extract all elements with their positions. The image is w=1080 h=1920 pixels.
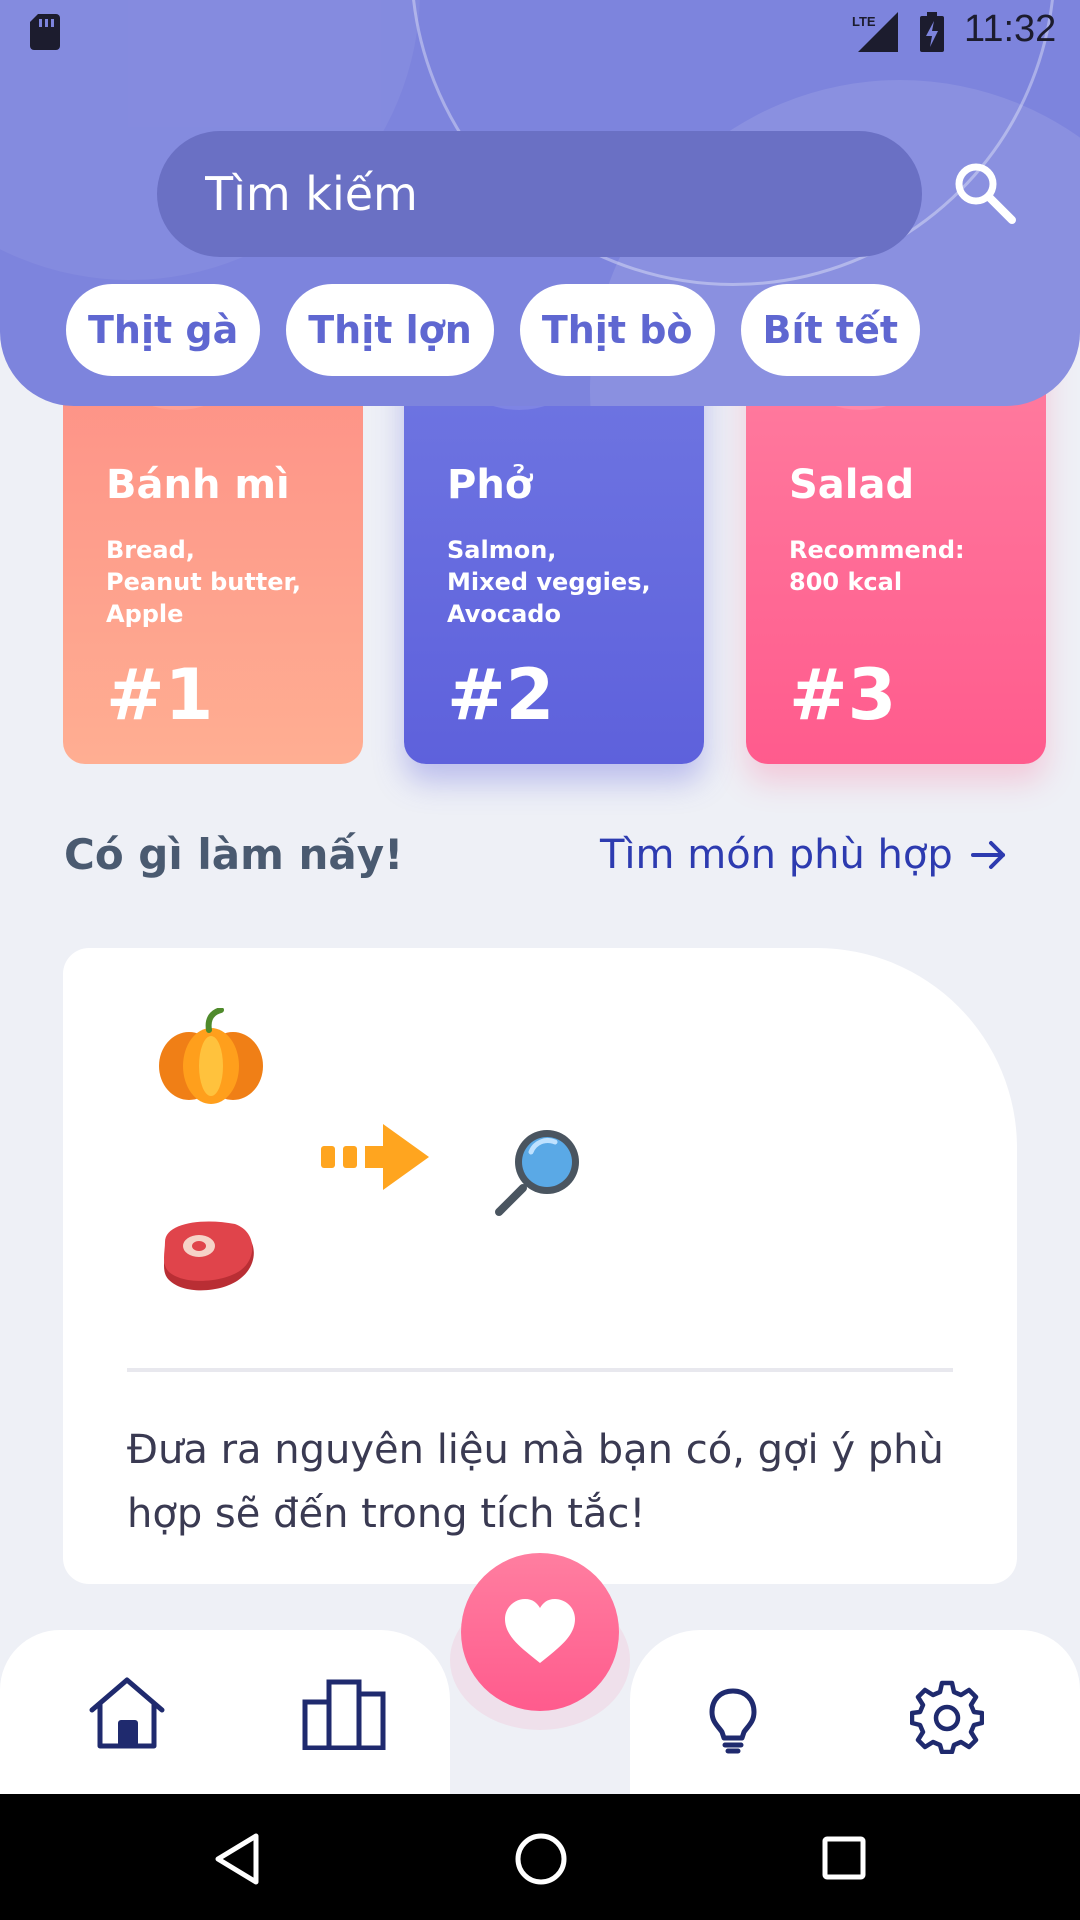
leaderboard-icon[interactable] [302, 1678, 386, 1750]
back-icon[interactable] [212, 1832, 262, 1886]
find-recipe-link-label: Tìm món phù hợp [600, 832, 953, 878]
heart-icon [505, 1599, 575, 1663]
card-rank: #1 [106, 654, 214, 736]
status-bar: LTE 11:32 [0, 0, 1080, 64]
chip-thit-lon[interactable]: Thịt lợn [286, 284, 494, 376]
chip-thit-ga[interactable]: Thịt gà [66, 284, 261, 376]
search-icon[interactable] [952, 160, 1018, 226]
favorites-button[interactable] [461, 1553, 619, 1711]
steak-icon [164, 1221, 254, 1291]
magnifier-icon [495, 1130, 579, 1216]
battery-charging-icon [920, 12, 944, 52]
card-rank: #3 [789, 654, 897, 736]
bottom-nav-right [630, 1630, 1080, 1794]
card-description: Bread, Peanut butter, Apple [106, 536, 301, 628]
clock: 11:32 [964, 8, 1057, 50]
find-recipe-link[interactable]: Tìm món phù hợp [600, 832, 1007, 878]
bulb-icon[interactable] [708, 1688, 758, 1754]
card-title: Phở [447, 462, 533, 508]
home-icon[interactable] [88, 1676, 166, 1750]
card-title: Bánh mì [106, 462, 290, 508]
card-description: Recommend: 800 kcal [789, 536, 965, 596]
card-rank: #2 [447, 654, 555, 736]
home-circle-icon[interactable] [514, 1832, 568, 1886]
ingredient-search-card[interactable]: Đưa ra nguyên liệu mà bạn có, gợi ý phù … [63, 948, 1017, 1584]
card-description: Salmon, Mixed veggies, Avocado [447, 536, 651, 628]
recents-icon[interactable] [822, 1836, 866, 1880]
lte-signal-icon: LTE [852, 12, 898, 52]
arrow-right-icon [970, 841, 1005, 869]
gear-icon[interactable] [910, 1680, 984, 1754]
pumpkin-icon [159, 1008, 263, 1104]
ingredient-card-description: Đưa ra nguyên liệu mà bạn có, gợi ý phù … [127, 1427, 944, 1537]
network-label: LTE [852, 14, 876, 29]
chip-thit-bo[interactable]: Thịt bò [519, 284, 715, 376]
card-title: Salad [789, 462, 915, 508]
chip-bit-tet[interactable]: Bít tết [740, 284, 921, 376]
divider [127, 1368, 953, 1372]
section-title: Có gì làm nấy! [64, 830, 404, 879]
sd-card-icon [30, 14, 60, 50]
search-bar[interactable] [157, 131, 922, 257]
category-chips: Thịt gà Thịt lợn Thịt bò Bít tết [66, 284, 921, 376]
search-input[interactable] [205, 131, 885, 257]
dashed-arrow-icon [321, 1124, 429, 1190]
